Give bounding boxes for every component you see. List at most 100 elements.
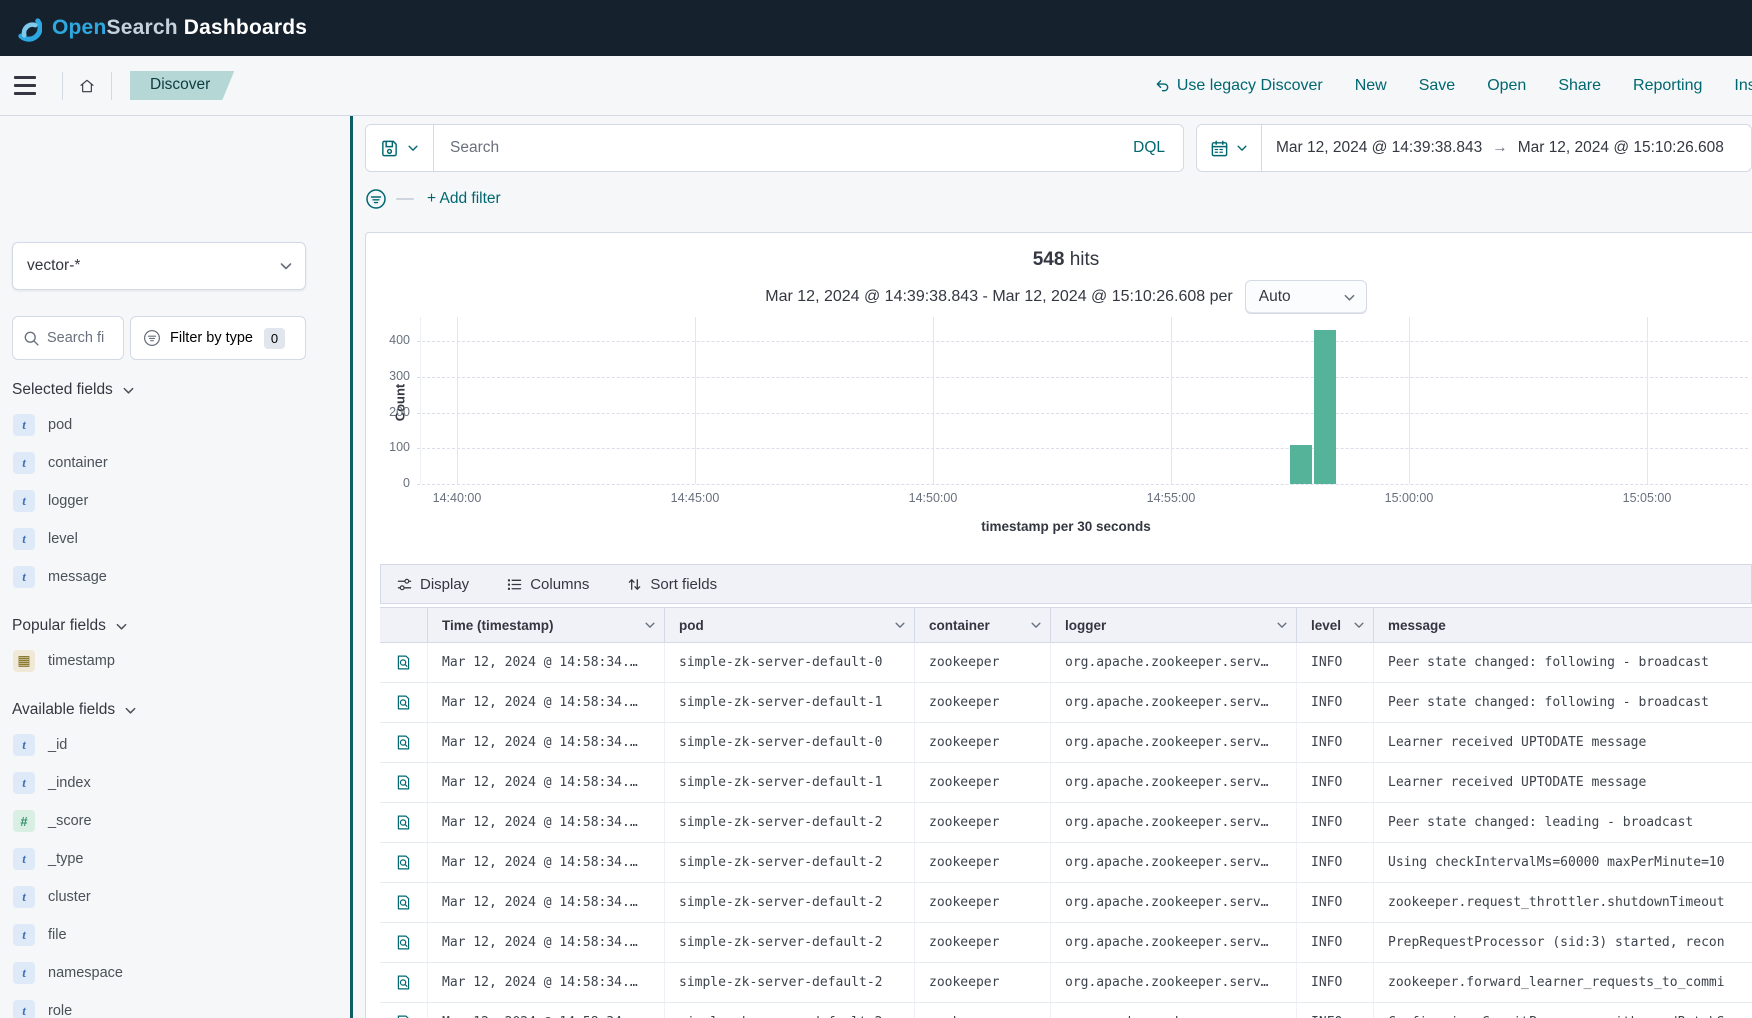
field-item[interactable]: t _type	[12, 840, 306, 878]
cell-time: Mar 12, 2024 @ 14:58:34.…	[427, 723, 664, 762]
cell-logger: org.apache.zookeeper.serv…	[1050, 963, 1296, 1002]
expand-document-button[interactable]	[395, 814, 412, 831]
filter-set-icon[interactable]	[365, 188, 387, 210]
field-item[interactable]: t role	[12, 992, 306, 1018]
histogram-bar[interactable]	[1290, 445, 1312, 484]
calendar-icon	[1210, 139, 1229, 158]
field-item[interactable]: t namespace	[12, 954, 306, 992]
saved-query-button[interactable]	[366, 125, 434, 171]
cell-level: INFO	[1296, 643, 1373, 682]
cell-message: Learner received UPTODATE message	[1373, 723, 1752, 762]
field-type-badge: t	[13, 848, 35, 870]
open-link[interactable]: Open	[1487, 77, 1526, 95]
header-time[interactable]: Time (timestamp)	[427, 608, 664, 642]
expand-document-button[interactable]	[395, 894, 412, 911]
field-type-badge: t	[13, 490, 35, 512]
expand-document-button[interactable]	[395, 854, 412, 871]
expand-document-button[interactable]	[395, 734, 412, 751]
cell-pod: simple-zk-server-default-2	[664, 1003, 914, 1018]
section-popular-fields[interactable]: Popular fields	[12, 613, 306, 639]
field-item[interactable]: t _index	[12, 764, 306, 802]
cell-container: zookeeper	[914, 643, 1050, 682]
reporting-link[interactable]: Reporting	[1633, 77, 1702, 95]
expand-document-button[interactable]	[395, 934, 412, 951]
date-quick-select-button[interactable]	[1197, 125, 1262, 171]
use-legacy-discover-link[interactable]: Use legacy Discover	[1155, 77, 1323, 95]
field-name: _score	[48, 813, 92, 829]
field-item[interactable]: t message	[12, 558, 306, 596]
inspect-link[interactable]: Inspect	[1734, 77, 1752, 95]
chevron-down-icon	[407, 142, 419, 154]
columns-list-icon	[507, 577, 522, 592]
filter-by-type-label: Filter by type	[170, 330, 253, 346]
search-input[interactable]	[434, 139, 1115, 157]
filter-by-type-button[interactable]: Filter by type 0	[130, 316, 306, 360]
header-level[interactable]: level	[1296, 608, 1373, 642]
chevron-down-icon[interactable]	[644, 619, 656, 631]
cell-level: INFO	[1296, 923, 1373, 962]
field-type-badge: t	[13, 452, 35, 474]
chevron-down-icon[interactable]	[1276, 619, 1288, 631]
expand-document-button[interactable]	[395, 774, 412, 791]
field-name: file	[48, 927, 67, 943]
field-item[interactable]: t pod	[12, 406, 306, 444]
breadcrumb-discover[interactable]: Discover	[130, 71, 234, 100]
header-logger[interactable]: logger	[1050, 608, 1296, 642]
histogram-bar[interactable]	[1314, 330, 1336, 484]
field-item[interactable]: t level	[12, 520, 306, 558]
field-item[interactable]: t container	[12, 444, 306, 482]
section-selected-fields[interactable]: Selected fields	[12, 377, 306, 403]
cell-logger: org.apache.zookeeper.serv…	[1050, 843, 1296, 882]
x-tick-label: 14:55:00	[1131, 491, 1211, 505]
date-range-start[interactable]: Mar 12, 2024 @ 14:39:38.843	[1276, 139, 1482, 157]
new-link[interactable]: New	[1355, 77, 1387, 95]
query-language-button[interactable]: DQL	[1115, 125, 1183, 171]
field-item[interactable]: t cluster	[12, 878, 306, 916]
field-item[interactable]: ▦ timestamp	[12, 642, 306, 680]
display-button[interactable]: Display	[397, 576, 469, 593]
columns-label: Columns	[530, 576, 589, 593]
x-tick-label: 14:50:00	[893, 491, 973, 505]
field-item[interactable]: t file	[12, 916, 306, 954]
menu-button[interactable]	[14, 56, 62, 115]
expand-document-button[interactable]	[395, 694, 412, 711]
home-button[interactable]	[63, 56, 111, 115]
h-gridline	[417, 484, 1748, 485]
chevron-down-icon[interactable]	[1353, 619, 1365, 631]
table-row: Mar 12, 2024 @ 14:58:34.… simple-zk-serv…	[380, 1003, 1752, 1018]
cell-logger: org.apache.zookeeper.serv…	[1050, 643, 1296, 682]
add-filter-button[interactable]: + Add filter	[427, 190, 501, 208]
interval-select[interactable]: Auto	[1245, 280, 1367, 314]
x-axis-title: timestamp per 30 seconds	[380, 519, 1752, 534]
field-type-badge: ▦	[13, 650, 35, 672]
section-available-fields[interactable]: Available fields	[12, 697, 306, 723]
header-pod[interactable]: pod	[664, 608, 914, 642]
expand-document-button[interactable]	[395, 1014, 412, 1018]
header-container[interactable]: container	[914, 608, 1050, 642]
field-item[interactable]: # _score	[12, 802, 306, 840]
expand-document-button[interactable]	[395, 974, 412, 991]
share-link[interactable]: Share	[1558, 77, 1601, 95]
field-item[interactable]: t logger	[12, 482, 306, 520]
chart-range-label: Mar 12, 2024 @ 14:39:38.843 - Mar 12, 20…	[765, 288, 1232, 306]
hits-label: hits	[1070, 249, 1100, 270]
h-gridline	[417, 413, 1748, 414]
chevron-down-icon[interactable]	[894, 619, 906, 631]
sort-fields-button[interactable]: Sort fields	[627, 576, 717, 593]
cell-message: Peer state changed: following - broadcas…	[1373, 683, 1752, 722]
chevron-down-icon[interactable]	[1030, 619, 1042, 631]
display-label: Display	[420, 576, 469, 593]
index-pattern-select[interactable]: vector-*	[12, 242, 306, 290]
range-arrow-icon: →	[1492, 139, 1508, 157]
field-type-badge: #	[13, 810, 35, 832]
header-message[interactable]: message	[1373, 608, 1752, 642]
date-range-end[interactable]: Mar 12, 2024 @ 15:10:26.608	[1518, 139, 1724, 157]
cell-message: Configuring CommitProcessor with readBat…	[1373, 1003, 1752, 1018]
cell-pod: simple-zk-server-default-1	[664, 683, 914, 722]
save-link[interactable]: Save	[1419, 77, 1455, 95]
field-item[interactable]: t _id	[12, 726, 306, 764]
inspect-document-icon	[395, 854, 412, 871]
expand-document-button[interactable]	[395, 654, 412, 671]
columns-button[interactable]: Columns	[507, 576, 589, 593]
field-search-input[interactable]	[47, 330, 117, 346]
